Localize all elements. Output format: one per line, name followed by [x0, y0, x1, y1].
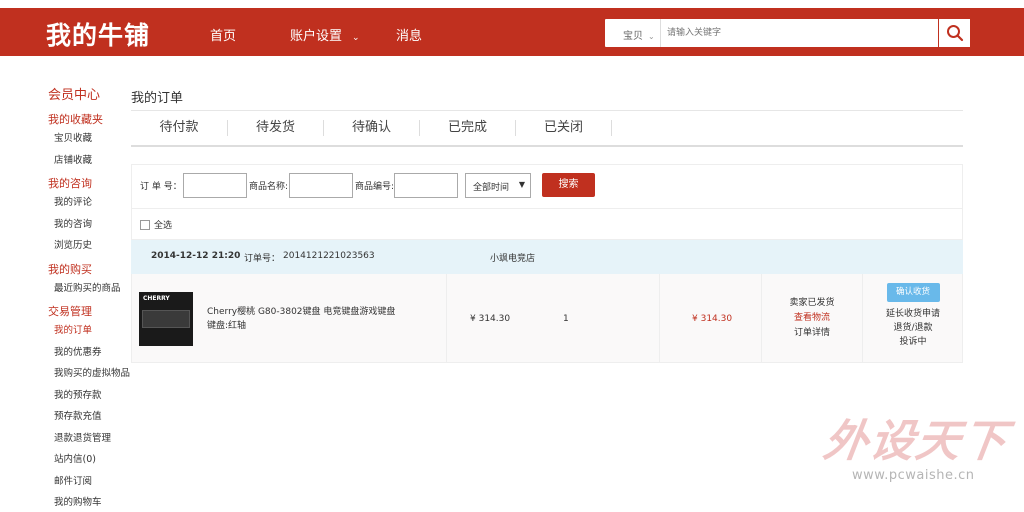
sidebar-item-history[interactable]: 浏览历史	[48, 235, 138, 257]
product-name[interactable]: Cherry樱桃 G80-3802键盘 电竞键盘游戏键盘 键盘:红轴	[207, 305, 407, 333]
tab-pending-shipment[interactable]: 待发货	[228, 120, 324, 136]
filter-search-button[interactable]: 搜索	[542, 173, 595, 197]
watermark-url: www.pcwaishe.cn	[852, 468, 975, 483]
sidebar-item-email-subscribe[interactable]: 邮件订阅	[48, 471, 138, 493]
sidebar-item-deposit[interactable]: 我的预存款	[48, 385, 138, 407]
sidebar-group-purchases[interactable]: 我的购买	[48, 261, 138, 278]
search-box: 宝贝 ⌄	[604, 18, 971, 48]
main-content: 我的订单 待付款 待发货 待确认 已完成 已关闭 订 单 号： 商品名称: 商品…	[131, 84, 963, 363]
order-action-column: 确认收货 延长收货申请 退货/退款 投诉中	[863, 283, 963, 349]
select-all-row: 全选	[131, 208, 963, 240]
order-header: 2014-12-12 21:20 订单号： 2014121221023563 小…	[131, 240, 963, 274]
sidebar-item-recent-purchases[interactable]: 最近购买的商品	[48, 278, 138, 300]
search-input[interactable]	[667, 24, 937, 42]
order-tabs: 待付款 待发货 待确认 已完成 已关闭	[131, 111, 963, 147]
top-header: 我的牛铺 首页 账户设置 ⌄ 消息 宝贝 ⌄	[0, 8, 1024, 56]
product-name-input[interactable]	[289, 173, 353, 198]
nav-messages[interactable]: 消息	[396, 25, 422, 44]
sidebar-item-shop-favorites[interactable]: 店铺收藏	[48, 150, 138, 172]
select-all-label: 全选	[154, 221, 173, 231]
time-range-select[interactable]: 全部时间 ▼	[465, 173, 531, 198]
order-filter: 订 单 号： 商品名称: 商品编号: 全部时间 ▼ 搜索	[131, 164, 963, 208]
search-button[interactable]	[938, 19, 970, 47]
product-code-input[interactable]	[394, 173, 458, 198]
site-logo[interactable]: 我的牛铺	[46, 16, 150, 52]
chevron-down-icon: ⌄	[648, 32, 655, 41]
order-no-label: 订单号：	[244, 254, 281, 264]
sidebar-group-trade[interactable]: 交易管理	[48, 303, 138, 320]
sidebar-item-my-consult[interactable]: 我的咨询	[48, 214, 138, 236]
nav-account-settings[interactable]: 账户设置 ⌄	[290, 25, 360, 44]
sidebar-item-coupons[interactable]: 我的优惠券	[48, 342, 138, 364]
sidebar-item-my-reviews[interactable]: 我的评论	[48, 192, 138, 214]
order-status-column: 卖家已发货 查看物流 订单详情	[762, 296, 862, 341]
order-number: 2014121221023563	[283, 251, 375, 261]
sidebar-item-product-favorites[interactable]: 宝贝收藏	[48, 128, 138, 150]
nav-home[interactable]: 首页	[210, 25, 236, 44]
order-no-input[interactable]	[183, 173, 247, 198]
column-divider	[659, 274, 660, 362]
watermark-logo-text: 外设天下	[820, 416, 1012, 467]
view-logistics-link[interactable]: 查看物流	[762, 311, 862, 326]
caret-down-icon: ▼	[518, 180, 525, 189]
search-icon	[946, 25, 963, 42]
select-all-checkbox[interactable]	[140, 220, 150, 230]
tab-completed[interactable]: 已完成	[420, 120, 516, 136]
order-no-label: 订 单 号：	[140, 182, 182, 192]
tab-pending-confirm[interactable]: 待确认	[324, 120, 420, 136]
shop-name[interactable]: 小飒电竞店	[490, 251, 535, 264]
tab-closed[interactable]: 已关闭	[516, 120, 612, 136]
confirm-receipt-button[interactable]: 确认收货	[886, 283, 940, 302]
sidebar-item-refunds[interactable]: 退款退货管理	[48, 428, 138, 450]
complaint-status: 投诉中	[899, 337, 927, 347]
sidebar-item-deposit-recharge[interactable]: 预存款充值	[48, 406, 138, 428]
unit-price: ¥ 314.30	[470, 314, 511, 324]
order-status: 卖家已发货	[789, 298, 835, 308]
page-title: 我的订单	[131, 84, 963, 111]
sidebar-group-consult[interactable]: 我的咨询	[48, 175, 138, 192]
chevron-down-icon: ⌄	[352, 33, 360, 43]
sidebar-item-my-orders[interactable]: 我的订单	[48, 320, 138, 342]
quantity: 1	[563, 314, 569, 324]
sidebar-item-inbox[interactable]: 站内信(0)	[48, 449, 138, 471]
keyboard-image	[142, 310, 190, 328]
watermark: 外设天下 www.pcwaishe.cn	[820, 416, 1011, 483]
refund-link[interactable]: 退货/退款	[863, 321, 963, 335]
order-row: CHERRY Cherry樱桃 G80-3802键盘 电竞键盘游戏键盘 键盘:红…	[131, 274, 963, 363]
sidebar: 会员中心 我的收藏夹 宝贝收藏 店铺收藏 我的咨询 我的评论 我的咨询 浏览历史…	[48, 84, 138, 512]
column-divider	[446, 274, 447, 362]
search-category-select[interactable]: 宝贝 ⌄	[605, 19, 661, 47]
sidebar-item-virtual-goods[interactable]: 我购买的虚拟物品	[48, 363, 138, 385]
tab-pending-payment[interactable]: 待付款	[131, 120, 228, 136]
product-thumbnail[interactable]: CHERRY	[139, 292, 193, 346]
search-category-label: 宝贝	[623, 31, 643, 42]
paid-amount: ¥ 314.30	[692, 314, 733, 324]
product-name-label: 商品名称:	[249, 182, 289, 192]
extend-receipt-link[interactable]: 延长收货申请	[863, 307, 963, 321]
order-date: 2014-12-12 21:20	[151, 251, 241, 261]
sidebar-group-favorites[interactable]: 我的收藏夹	[48, 111, 138, 128]
product-brand-text: CHERRY	[143, 295, 170, 302]
nav-account-label: 账户设置	[290, 29, 343, 44]
sidebar-item-cart[interactable]: 我的购物车	[48, 492, 138, 512]
product-code-label: 商品编号:	[355, 182, 395, 192]
order-detail-link[interactable]: 订单详情	[762, 326, 862, 341]
sidebar-title: 会员中心	[48, 88, 101, 103]
time-range-value: 全部时间	[473, 183, 510, 193]
